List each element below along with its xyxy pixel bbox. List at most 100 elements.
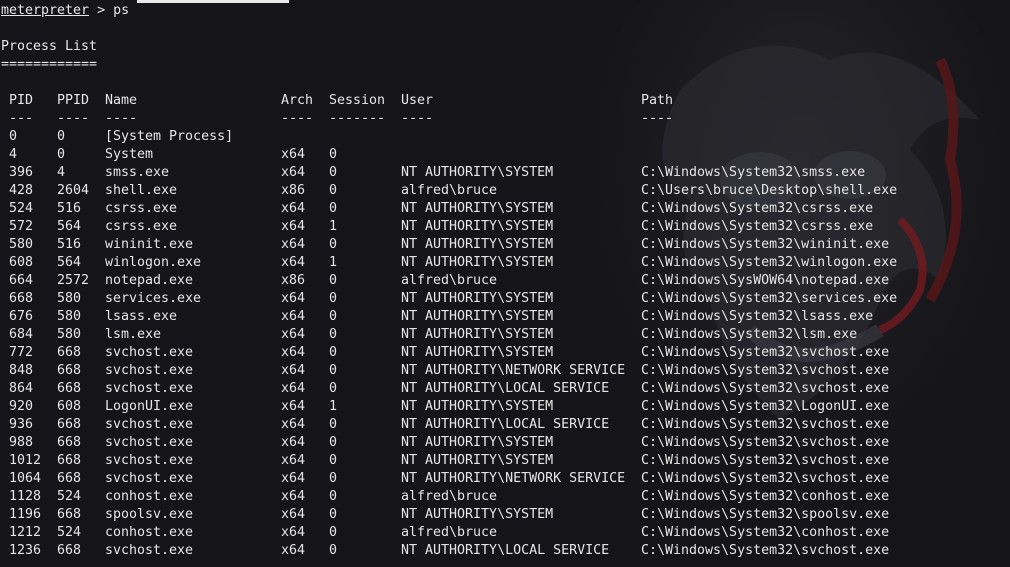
ppid-cell: 516 <box>57 237 82 252</box>
path-cell: C:\Windows\SysWOW64\notepad.exe <box>641 273 890 288</box>
name-cell: [System Process] <box>105 129 234 144</box>
pid-cell: 1128 <box>9 489 42 504</box>
path-cell: ---- <box>641 111 674 126</box>
session-cell: 0 <box>329 507 338 522</box>
session-cell: 0 <box>329 435 338 450</box>
user-cell: NT AUTHORITY\LOCAL SERVICE <box>401 417 610 432</box>
name-cell: csrss.exe <box>105 201 178 216</box>
ppid-cell: 668 <box>57 543 82 558</box>
user-cell: alfred\bruce <box>401 525 498 540</box>
table-row: 1196 668 spoolsv.exe x64 0 NT AUTHORITY\SYSTE… <box>0 506 1010 524</box>
pid-cell: PID <box>9 93 34 108</box>
session-cell: 0 <box>329 273 338 288</box>
pid-cell: 0 <box>9 129 18 144</box>
pid-cell: 4 <box>9 147 18 162</box>
user-cell: NT AUTHORITY\LOCAL SERVICE <box>401 543 610 558</box>
prompt-separator: > <box>89 3 114 18</box>
table-row: 848 668 svchost.exe x64 0 NT AUTHORITY\NETWOR… <box>0 362 1010 380</box>
session-cell: ------- <box>329 111 386 126</box>
table-row: 524 516 csrss.exe x64 0 NT AUTHORITY\SYSTEM C:… <box>0 200 1010 218</box>
ppid-cell: 2572 <box>57 273 90 288</box>
user-cell: NT AUTHORITY\SYSTEM <box>401 453 554 468</box>
path-cell: C:\Windows\System32\svchost.exe <box>641 381 890 396</box>
ppid-cell: ---- <box>57 111 90 126</box>
arch-cell: x86 <box>281 183 306 198</box>
user-cell: NT AUTHORITY\NETWORK SERVICE <box>401 363 626 378</box>
arch-cell: x64 <box>281 237 306 252</box>
arch-cell: x64 <box>281 525 306 540</box>
table-row: 668 580 services.exe x64 0 NT AUTHORITY\SYSTE… <box>0 290 1010 308</box>
ppid-cell: 0 <box>57 129 66 144</box>
pid-cell: 608 <box>9 255 34 270</box>
arch-cell: x64 <box>281 489 306 504</box>
user-cell: NT AUTHORITY\SYSTEM <box>401 345 554 360</box>
path-cell: C:\Windows\System32\LogonUI.exe <box>641 399 890 414</box>
name-cell: svchost.exe <box>105 543 194 558</box>
arch-cell: x64 <box>281 507 306 522</box>
user-cell: ---- <box>401 111 434 126</box>
name-cell: spoolsv.exe <box>105 507 194 522</box>
table-row: 676 580 lsass.exe x64 0 NT AUTHORITY\SYSTEM C:… <box>0 308 1010 326</box>
session-cell: 0 <box>329 291 338 306</box>
table-row: 428 2604 shell.exe x86 0 alfred\bruce C:\Users… <box>0 182 1010 200</box>
path-cell: C:\Windows\System32\svchost.exe <box>641 363 890 378</box>
session-cell: 1 <box>329 399 338 414</box>
path-cell: C:\Windows\System32\svchost.exe <box>641 345 890 360</box>
pid-cell: 1012 <box>9 453 42 468</box>
name-cell: svchost.exe <box>105 417 194 432</box>
path-cell: C:\Windows\System32\conhost.exe <box>641 525 890 540</box>
pid-cell: 572 <box>9 219 34 234</box>
ppid-cell: 668 <box>57 345 82 360</box>
path-cell: C:\Windows\System32\svchost.exe <box>641 453 890 468</box>
table-row: 1128 524 conhost.exe x64 0 alfred\bruce C:\Win… <box>0 488 1010 506</box>
table-row: 684 580 lsm.exe x64 0 NT AUTHORITY\SYSTEM C:\W… <box>0 326 1010 344</box>
arch-cell: x64 <box>281 363 306 378</box>
terminal-window[interactable]: meterpreter > ps Process List ==========… <box>0 0 1010 567</box>
ppid-cell: 564 <box>57 255 82 270</box>
session-cell: 0 <box>329 525 338 540</box>
ppid-cell: 524 <box>57 489 82 504</box>
table-row: 1236 668 svchost.exe x64 0 NT AUTHORITY\LOCAL… <box>0 542 1010 560</box>
table-row: 1212 524 conhost.exe x64 0 alfred\bruce C:\Win… <box>0 524 1010 542</box>
user-cell: NT AUTHORITY\SYSTEM <box>401 327 554 342</box>
table-header-row: PID PPID Name Arch Session User Path <box>0 92 1010 110</box>
session-cell: 0 <box>329 471 338 486</box>
arch-cell: x64 <box>281 165 306 180</box>
path-cell: C:\Windows\System32\lsm.exe <box>641 327 858 342</box>
arch-cell: x64 <box>281 453 306 468</box>
pid-cell: 668 <box>9 291 34 306</box>
arch-cell: x64 <box>281 147 306 162</box>
arch-cell: x64 <box>281 399 306 414</box>
pid-cell: 1212 <box>9 525 42 540</box>
session-cell: 0 <box>329 489 338 504</box>
user-cell: NT AUTHORITY\LOCAL SERVICE <box>401 381 610 396</box>
pid-cell: 664 <box>9 273 34 288</box>
user-cell: NT AUTHORITY\SYSTEM <box>401 165 554 180</box>
pid-cell: 1196 <box>9 507 42 522</box>
user-cell: NT AUTHORITY\SYSTEM <box>401 507 554 522</box>
table-row: 1012 668 svchost.exe x64 0 NT AUTHORITY\SYSTE… <box>0 452 1010 470</box>
path-cell: C:\Windows\System32\csrss.exe <box>641 219 874 234</box>
table-row: 608 564 winlogon.exe x64 1 NT AUTHORITY\SYSTE… <box>0 254 1010 272</box>
session-cell: 0 <box>329 201 338 216</box>
ppid-cell: 564 <box>57 219 82 234</box>
pid-cell: 396 <box>9 165 34 180</box>
user-cell: NT AUTHORITY\SYSTEM <box>401 435 554 450</box>
table-row: 4 0 System x64 0 <box>0 146 1010 164</box>
session-cell: 0 <box>329 309 338 324</box>
session-cell: 0 <box>329 183 338 198</box>
session-cell: 0 <box>329 453 338 468</box>
arch-cell: x64 <box>281 219 306 234</box>
table-row: 396 4 smss.exe x64 0 NT AUTHORITY\SYSTEM C:\Wi… <box>0 164 1010 182</box>
name-cell: svchost.exe <box>105 381 194 396</box>
pid-cell: 936 <box>9 417 34 432</box>
ppid-cell: 2604 <box>57 183 90 198</box>
name-cell: svchost.exe <box>105 435 194 450</box>
user-cell: NT AUTHORITY\SYSTEM <box>401 201 554 216</box>
name-cell: csrss.exe <box>105 219 178 234</box>
ppid-cell: 4 <box>57 165 66 180</box>
user-cell: NT AUTHORITY\SYSTEM <box>401 309 554 324</box>
path-cell: C:\Windows\System32\smss.exe <box>641 165 866 180</box>
arch-cell: x64 <box>281 309 306 324</box>
user-cell: NT AUTHORITY\SYSTEM <box>401 399 554 414</box>
